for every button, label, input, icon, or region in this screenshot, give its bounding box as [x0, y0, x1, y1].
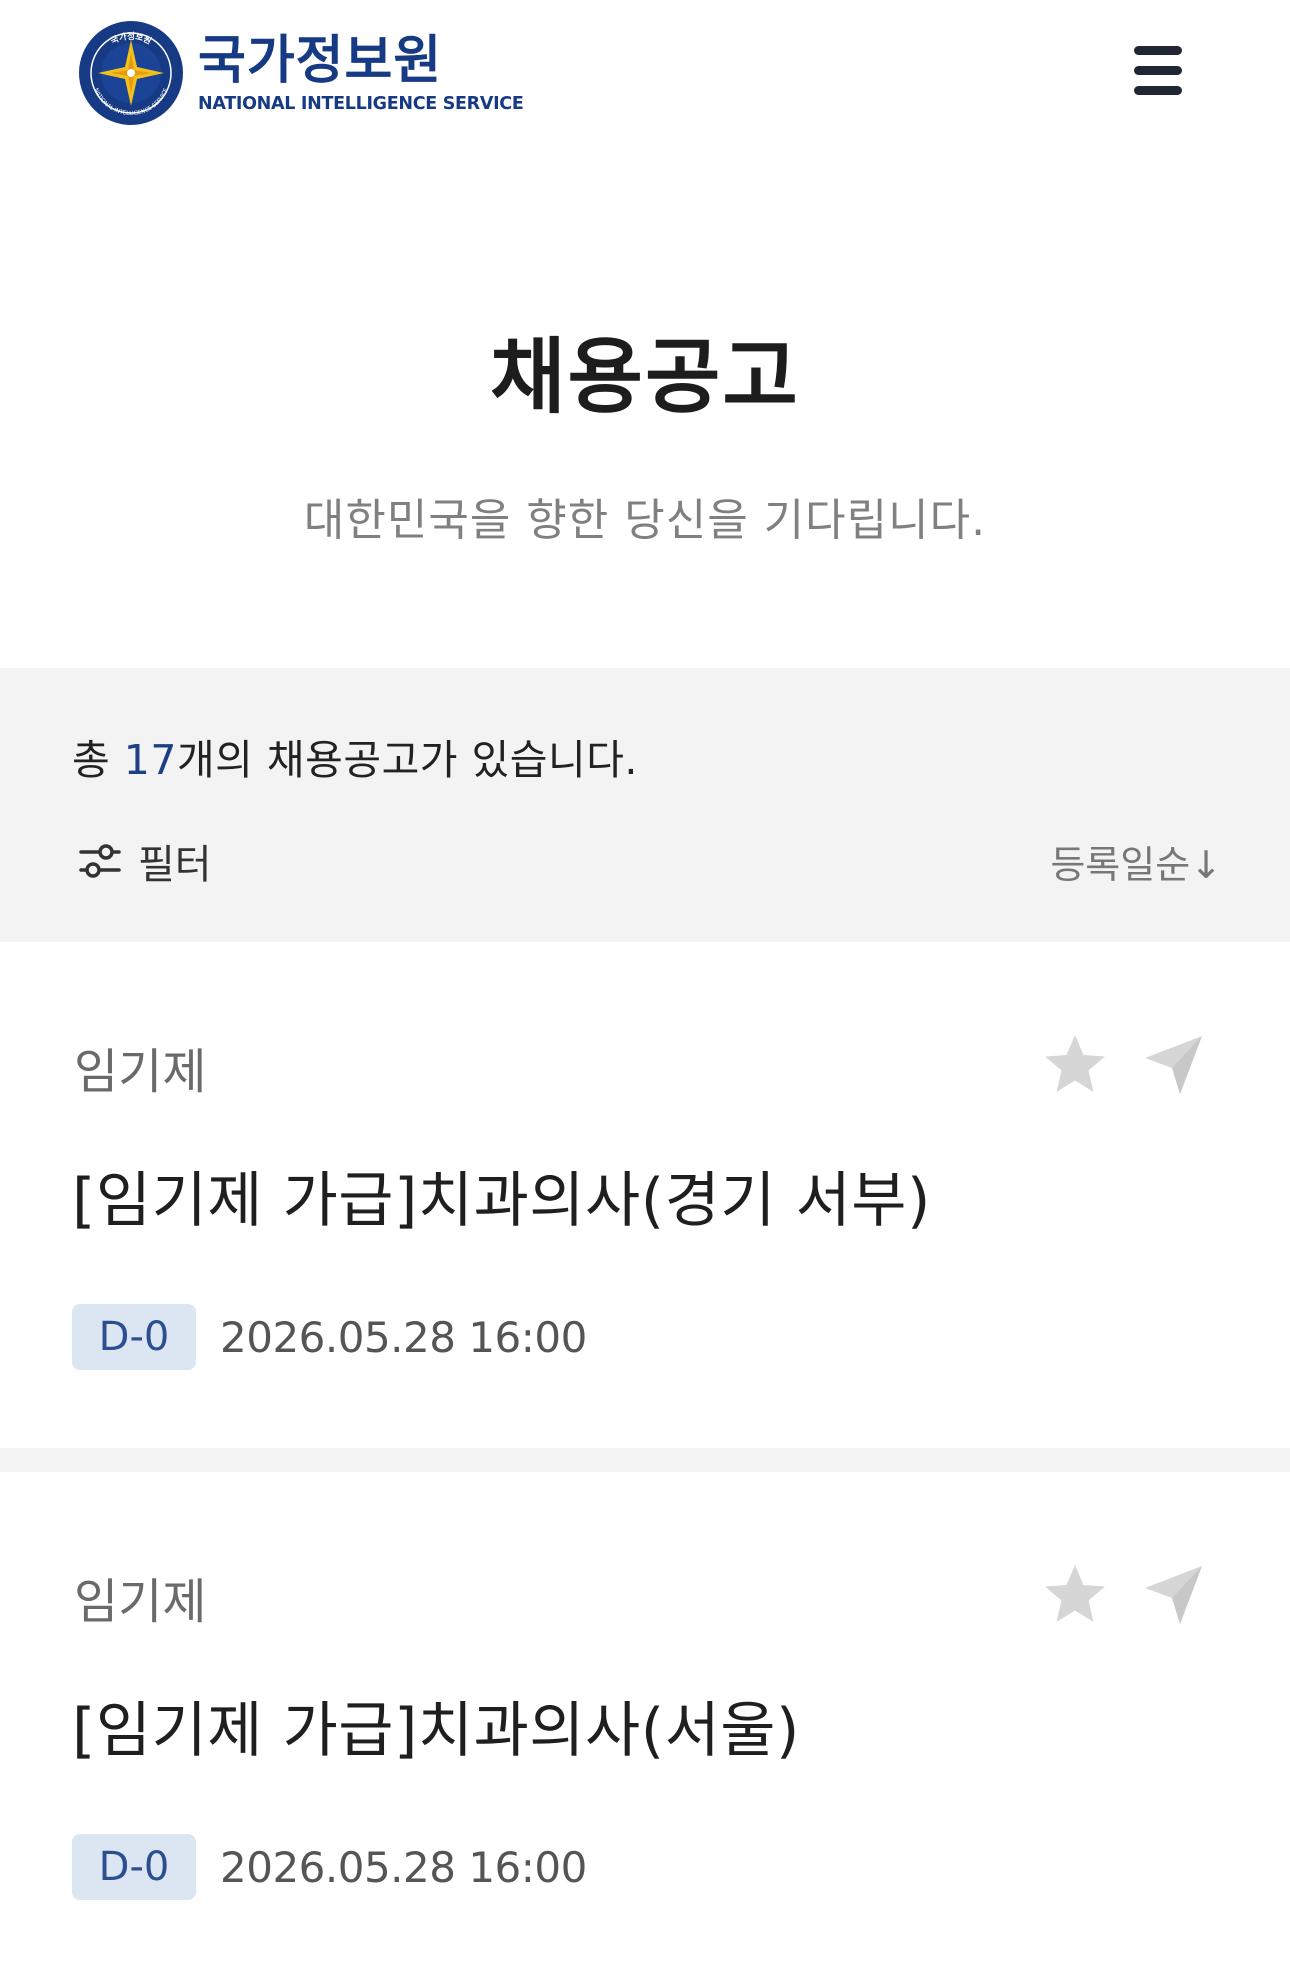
hamburger-menu-icon[interactable]: [1128, 42, 1188, 98]
job-title[interactable]: [임기제 가급]치과의사(경기 서부): [72, 1152, 931, 1239]
summary-band: 총 17개의 채용공고가 있습니다. 필터 등록일순↓: [0, 668, 1290, 942]
job-card[interactable]: 임기제 [임기제 가급]치과의사(경기 서부) D-0 2026.05.28 1…: [0, 942, 1290, 1442]
total-count-number: 17: [123, 736, 177, 784]
star-icon[interactable]: [1040, 1560, 1110, 1630]
nis-emblem-icon: 국가정보원 NATIONAL INTELLIGENCE SERVICE: [79, 21, 183, 125]
send-icon[interactable]: [1138, 1030, 1208, 1100]
sliders-icon: [79, 844, 121, 878]
star-icon[interactable]: [1040, 1030, 1110, 1100]
filter-label: 필터: [138, 842, 212, 888]
job-type-label: 임기제: [74, 1044, 207, 1100]
site-logo[interactable]: 국가정보원 NATIONAL INTELLIGENCE SERVICE 국가정보…: [78, 20, 524, 126]
job-card[interactable]: 임기제 [임기제 가급]치과의사(서울) D-0 2026.05.28 16:0…: [0, 1472, 1290, 1972]
total-count-text: 총 17개의 채용공고가 있습니다.: [72, 736, 638, 784]
logo-name-english: NATIONAL INTELLIGENCE SERVICE: [198, 94, 524, 114]
dday-badge: D-0: [72, 1834, 196, 1900]
sort-button[interactable]: 등록일순↓: [1050, 834, 1222, 889]
logo-name-korean: 국가정보원: [198, 31, 443, 91]
filter-button[interactable]: 필터: [78, 832, 212, 890]
deadline-text: 2026.05.28 16:00: [220, 1312, 587, 1362]
dday-badge: D-0: [72, 1304, 196, 1370]
send-icon[interactable]: [1138, 1560, 1208, 1630]
page-subtitle: 대한민국을 향한 당신을 기다립니다.: [303, 495, 987, 546]
site-header: 국가정보원 NATIONAL INTELLIGENCE SERVICE 국가정보…: [0, 0, 1290, 150]
job-title[interactable]: [임기제 가급]치과의사(서울): [72, 1682, 800, 1769]
job-type-label: 임기제: [74, 1574, 207, 1630]
deadline-text: 2026.05.28 16:00: [220, 1842, 587, 1892]
card-divider: [0, 1448, 1290, 1472]
page-title: 채용공고: [490, 329, 800, 425]
